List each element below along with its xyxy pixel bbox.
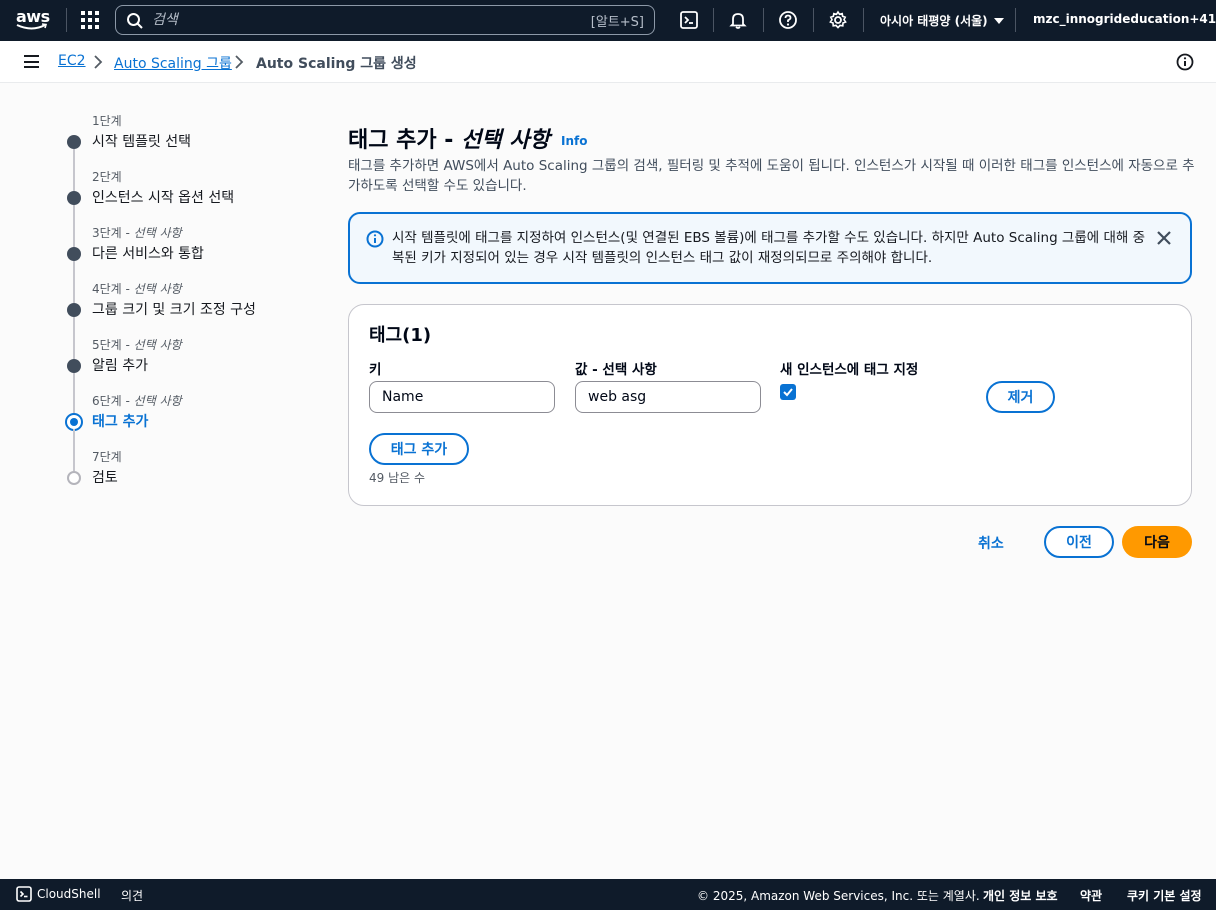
search-box[interactable]: [알트+S] bbox=[115, 5, 655, 35]
add-tag-button[interactable]: 태그 추가 bbox=[369, 433, 469, 465]
search-shortcut: [알트+S] bbox=[590, 15, 644, 30]
account-label: mzc_innogrideducation+41 bbox=[1033, 12, 1216, 26]
step-7: 7단계 검토 bbox=[64, 448, 304, 504]
breadcrumb-ec2[interactable]: EC2 bbox=[58, 53, 86, 69]
breadcrumb-auto-scaling-groups[interactable]: Auto Scaling 그룹 bbox=[114, 53, 232, 73]
step-title[interactable]: 그룹 크기 및 크기 조정 구성 bbox=[92, 299, 256, 319]
step-number: 7단계 bbox=[92, 450, 122, 464]
step-title[interactable]: 시작 템플릿 선택 bbox=[92, 131, 191, 151]
privacy-link[interactable]: 개인 정보 보호 bbox=[983, 887, 1058, 904]
info-panel-icon[interactable] bbox=[1176, 53, 1194, 71]
cancel-button[interactable]: 취소 bbox=[978, 533, 1004, 553]
chevron-right-icon bbox=[94, 55, 103, 69]
step-1[interactable]: 1단계 시작 템플릿 선택 bbox=[64, 112, 304, 191]
step-title: 태그 추가 bbox=[92, 414, 149, 430]
chevron-right-icon bbox=[235, 55, 244, 69]
aws-smile-icon bbox=[16, 23, 48, 30]
feedback-link[interactable]: 의견 bbox=[121, 887, 143, 904]
close-icon[interactable] bbox=[1156, 230, 1172, 246]
step-done-dot bbox=[67, 135, 81, 149]
chevron-down-icon bbox=[993, 18, 1004, 24]
previous-button[interactable]: 이전 bbox=[1044, 526, 1114, 558]
top-navigation: aws [알트+S] 아시아 태평양 (서울) mzc bbox=[0, 0, 1216, 41]
propagate-column-label: 새 인스턴스에 태그 지정 bbox=[780, 362, 919, 378]
value-column-label: 값 - 선택 사항 bbox=[575, 362, 657, 378]
step-6-current: 6단계 - 선택 사항 태그 추가 bbox=[64, 392, 304, 471]
region-label: 아시아 태평양 (서울) bbox=[880, 14, 988, 28]
nav-divider bbox=[813, 8, 814, 32]
page-title: 태그 추가 - 선택 사항 bbox=[348, 122, 550, 154]
page-description: 태그를 추가하면 AWS에서 Auto Scaling 그룹의 검색, 필터링 … bbox=[348, 158, 1195, 194]
tags-panel: 태그(1) 키 값 - 선택 사항 새 인스턴스에 태그 지정 제거 태그 추가… bbox=[348, 304, 1192, 506]
step-optional: - 선택 사항 bbox=[121, 226, 182, 240]
step-5[interactable]: 5단계 - 선택 사항 알림 추가 bbox=[64, 336, 304, 415]
cloudshell-icon[interactable] bbox=[679, 10, 699, 30]
step-done-dot bbox=[67, 191, 81, 205]
remaining-tags-count: 49 남은 수 bbox=[369, 471, 426, 485]
info-icon bbox=[366, 230, 384, 248]
step-done-dot bbox=[67, 303, 81, 317]
cookie-preferences-link[interactable]: 쿠키 기본 설정 bbox=[1127, 887, 1202, 904]
alert-message: 시작 템플릿에 태그를 지정하여 인스턴스(및 연결된 EBS 볼륨)에 태그를… bbox=[392, 230, 1146, 266]
nav-divider bbox=[1015, 8, 1016, 32]
page-title-optional: 선택 사항 bbox=[461, 128, 550, 153]
step-4[interactable]: 4단계 - 선택 사항 그룹 크기 및 크기 조정 구성 bbox=[64, 280, 304, 359]
step-number: 4단계 bbox=[92, 282, 122, 296]
next-button[interactable]: 다음 bbox=[1122, 526, 1192, 558]
step-number: 1단계 bbox=[92, 114, 122, 128]
footer: CloudShell 의견 © 2025, Amazon Web Service… bbox=[0, 879, 1216, 910]
search-input[interactable] bbox=[152, 10, 572, 30]
step-number: 5단계 bbox=[92, 338, 122, 352]
step-pending-dot bbox=[67, 471, 81, 485]
cloudshell-link[interactable]: CloudShell bbox=[37, 887, 101, 901]
notifications-bell-icon[interactable] bbox=[728, 10, 748, 30]
nav-divider bbox=[863, 8, 864, 32]
nav-divider bbox=[66, 8, 67, 32]
step-optional: - 선택 사항 bbox=[121, 282, 182, 296]
checkmark-icon bbox=[783, 388, 793, 397]
step-done-dot bbox=[67, 359, 81, 373]
tag-value-input[interactable] bbox=[575, 381, 761, 413]
settings-gear-icon[interactable] bbox=[828, 10, 848, 30]
breadcrumb-bar: EC2 Auto Scaling 그룹 Auto Scaling 그룹 생성 bbox=[0, 41, 1216, 83]
region-selector[interactable]: 아시아 태평양 (서울) bbox=[880, 12, 1004, 29]
services-grid-icon[interactable] bbox=[81, 11, 99, 29]
step-title[interactable]: 알림 추가 bbox=[92, 355, 148, 375]
step-2[interactable]: 2단계 인스턴스 시작 옵션 선택 bbox=[64, 168, 304, 247]
info-link[interactable]: Info bbox=[561, 134, 587, 148]
breadcrumb-current: Auto Scaling 그룹 생성 bbox=[256, 56, 417, 72]
step-number: 3단계 bbox=[92, 226, 122, 240]
menu-hamburger-icon[interactable] bbox=[24, 55, 39, 68]
account-menu[interactable]: mzc_innogrideducation+41 bbox=[1033, 12, 1216, 26]
search-icon bbox=[127, 13, 143, 29]
key-column-label: 키 bbox=[369, 362, 382, 378]
info-alert: 시작 템플릿에 태그를 지정하여 인스턴스(및 연결된 EBS 볼륨)에 태그를… bbox=[348, 212, 1192, 284]
nav-divider bbox=[713, 8, 714, 32]
step-3[interactable]: 3단계 - 선택 사항 다른 서비스와 통합 bbox=[64, 224, 304, 303]
tag-key-input[interactable] bbox=[369, 381, 555, 413]
step-title[interactable]: 다른 서비스와 통합 bbox=[92, 243, 204, 263]
remove-tag-button[interactable]: 제거 bbox=[986, 381, 1055, 413]
copyright-text: © 2025, Amazon Web Services, Inc. 또는 계열사… bbox=[697, 889, 980, 903]
propagate-checkbox[interactable] bbox=[780, 384, 796, 400]
page-title-text: 태그 추가 - bbox=[348, 128, 462, 153]
help-icon[interactable] bbox=[778, 10, 798, 30]
step-title: 검토 bbox=[92, 470, 118, 486]
nav-divider bbox=[763, 8, 764, 32]
cloudshell-icon bbox=[16, 886, 32, 902]
tags-panel-title: 태그(1) bbox=[369, 325, 432, 346]
step-optional: - 선택 사항 bbox=[121, 338, 182, 352]
step-done-dot bbox=[67, 247, 81, 261]
aws-logo[interactable]: aws bbox=[14, 7, 50, 32]
step-optional: - 선택 사항 bbox=[121, 394, 182, 408]
terms-link[interactable]: 약관 bbox=[1080, 887, 1102, 904]
step-title[interactable]: 인스턴스 시작 옵션 선택 bbox=[92, 187, 234, 207]
step-number: 2단계 bbox=[92, 170, 122, 184]
step-number: 6단계 bbox=[92, 394, 122, 408]
